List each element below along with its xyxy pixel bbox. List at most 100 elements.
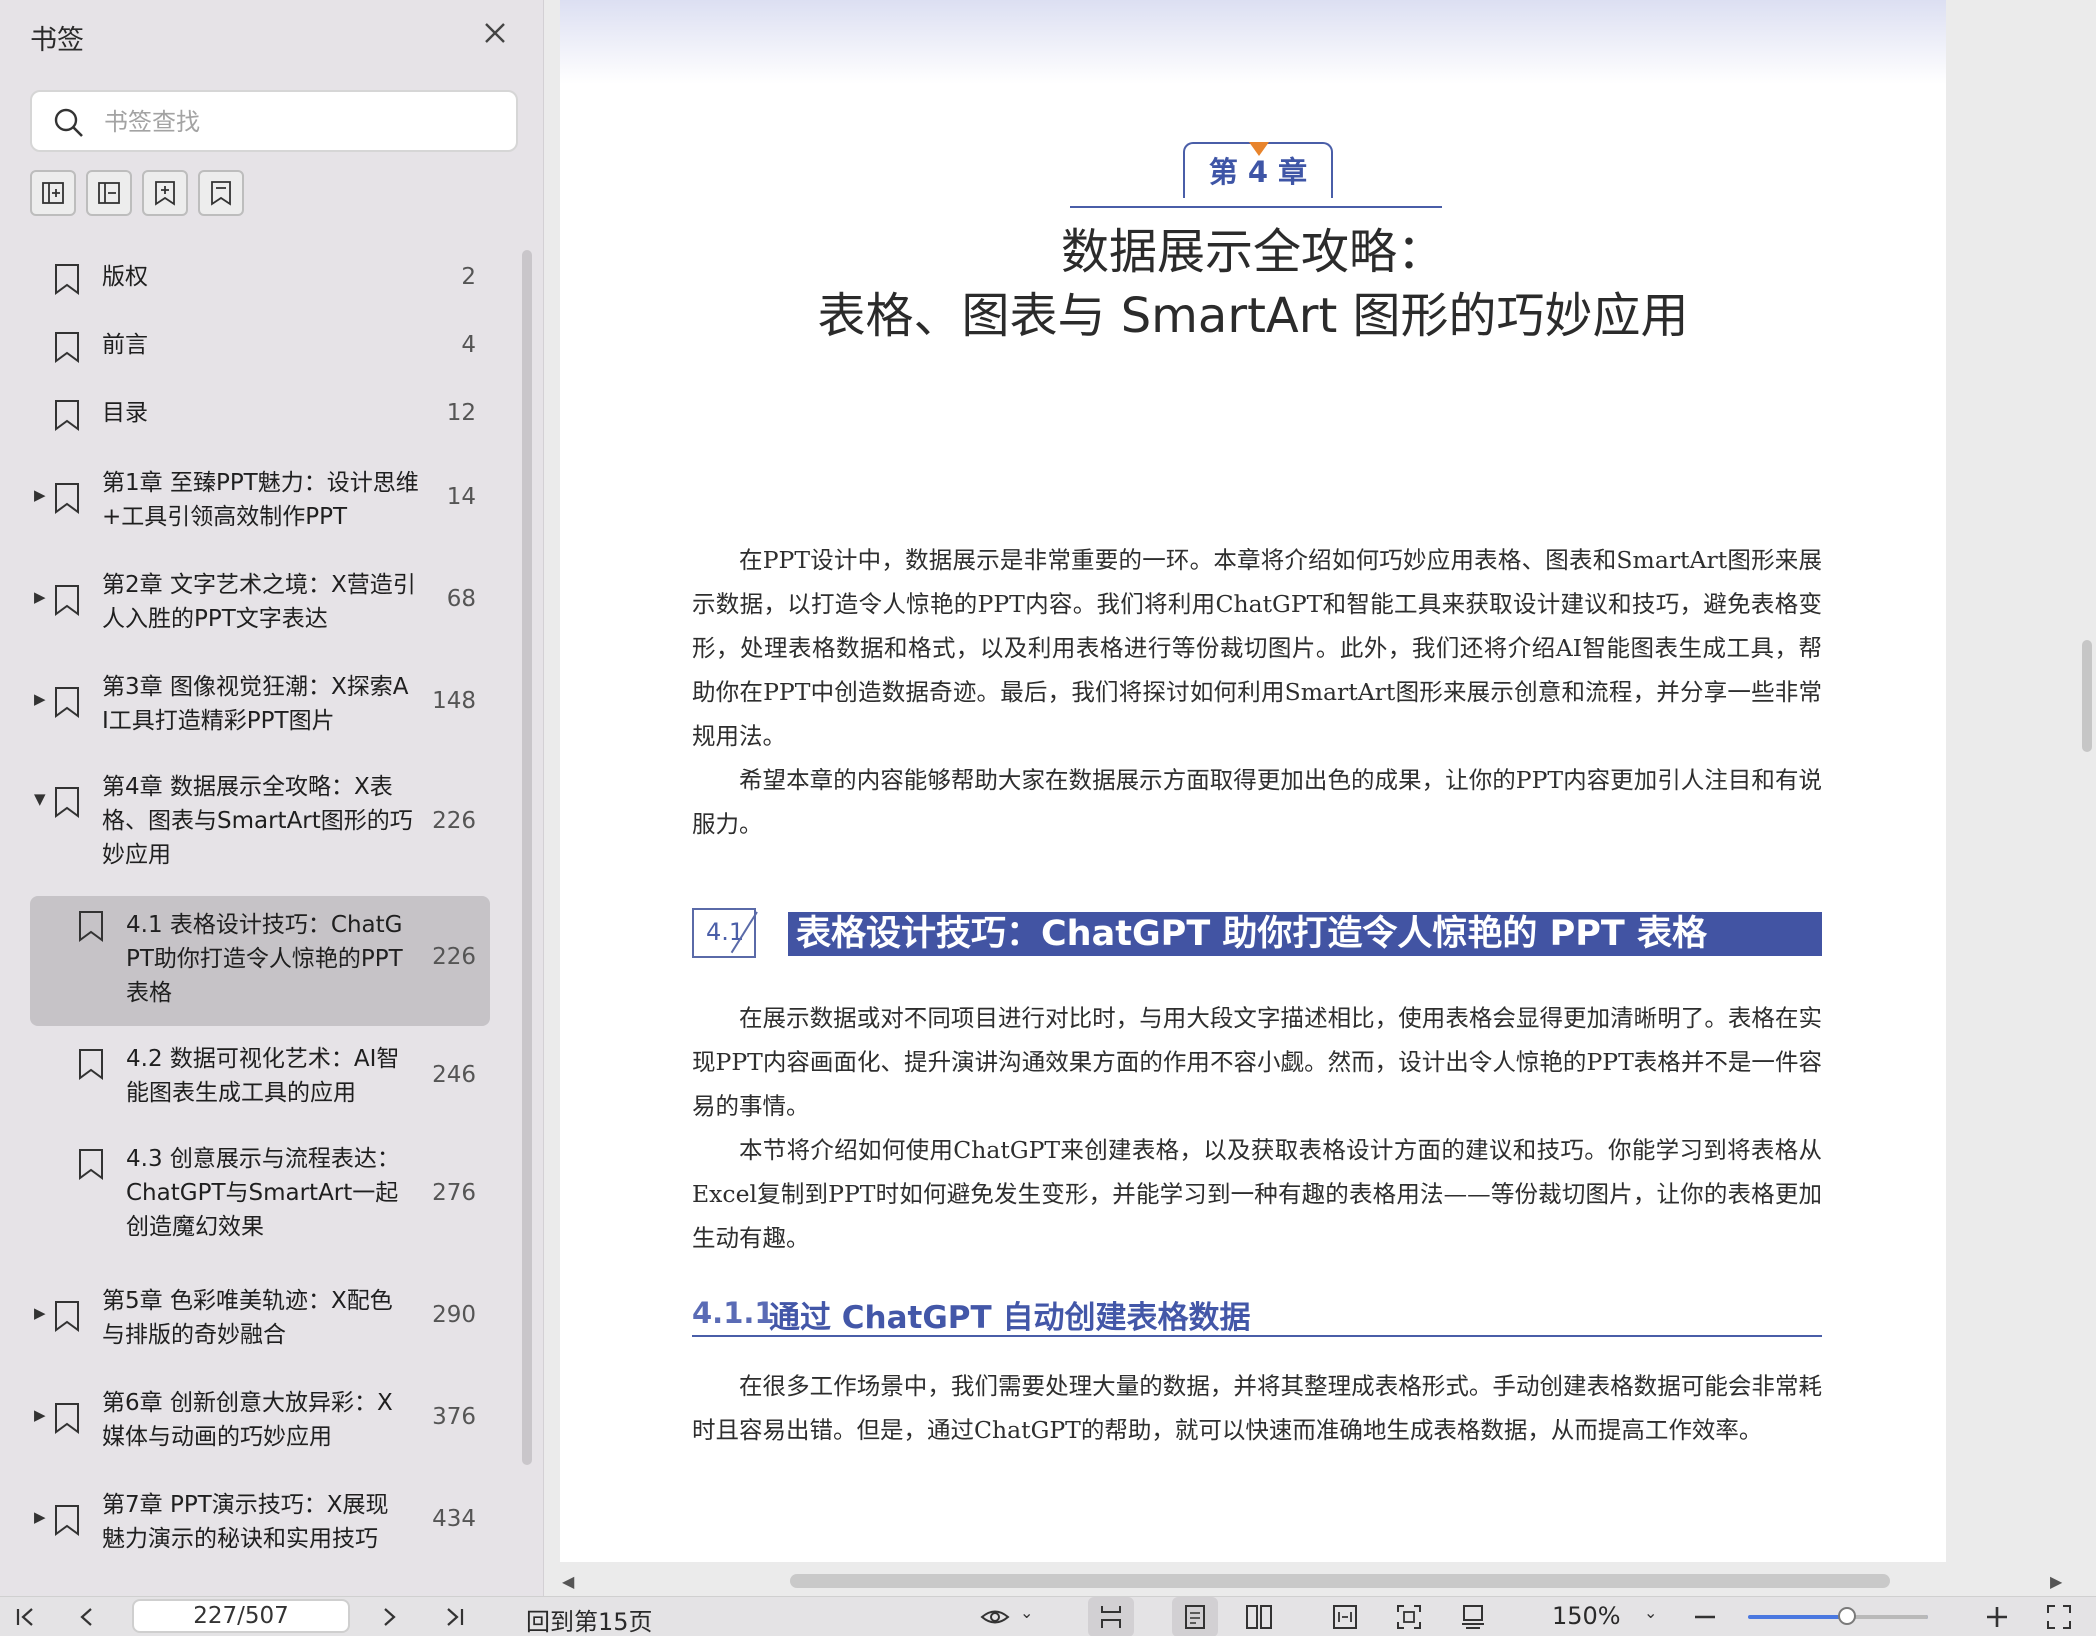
expand-triangle-icon[interactable]: ▶ [34,1304,46,1322]
scroll-right-icon[interactable]: ▶ [2050,1572,2062,1591]
bookmark-search-input[interactable] [104,102,504,142]
chapter-title-line2: 表格、图表与 SmartArt 图形的巧妙应用 [817,288,1689,344]
next-page-button[interactable] [374,1597,414,1636]
horizontal-scrollbar[interactable]: ◀ ▶ [544,1566,2096,1596]
bookmark-item[interactable]: ▶ 第5章 色彩唯美轨迹：X配色 与排版的奇妙融合 290 [30,1276,490,1360]
bookmark-item[interactable]: ▶ 第2章 文字艺术之境：X营造引 人入胜的PPT文字表达 68 [30,560,490,644]
bookmark-item-active[interactable]: 4.1 表格设计技巧：ChatG PT助你打造令人惊艳的PPT 表格 226 [30,896,490,1026]
collapse-all-button[interactable] [86,170,132,216]
bookmark-label: 第2章 文字艺术之境：X营造引 人入胜的PPT文字表达 [102,572,416,632]
bookmark-item[interactable]: ▶ 第1章 至臻PPT魅力：设计思维 +工具引领高效制作PPT 14 [30,458,490,542]
back-to-page-link[interactable]: 回到第15页 [526,1602,653,1636]
section-4-1-1-number: 4.1.1 [692,1296,775,1330]
page-header-band [560,0,1946,84]
single-page-button[interactable] [1172,1597,1218,1636]
single-page-scroll-button[interactable] [1088,1597,1134,1636]
expand-triangle-icon[interactable]: ▶ [34,588,46,606]
chapter-title-line1: 数据展示全攻略： [1060,224,1445,280]
chapter-number: 第 4 章 [1208,155,1308,189]
bookmark-item[interactable]: 目录 12 [30,382,490,448]
last-page-button[interactable] [440,1597,480,1636]
first-page-button[interactable] [10,1597,50,1636]
bookmark-label: 第6章 创新创意大放异彩：X 媒体与动画的巧妙应用 [102,1390,393,1450]
bookmark-flag-icon [79,1049,103,1080]
collapse-triangle-icon[interactable]: ▼ [34,790,46,808]
fit-page-button[interactable] [1394,1597,1434,1636]
document-page: 第 4 章 数据展示全攻略： 表格、图表与 SmartArt 图形的巧妙应用 在… [560,0,1946,1562]
fit-width-icon [1333,1605,1357,1629]
bookmark-label: 版权 [102,264,148,290]
bookmark-item[interactable]: 版权 2 [30,246,490,312]
bookmark-page: 4 [461,332,476,358]
sidebar-title: 书签 [30,25,84,56]
add-bookmark-icon [155,181,175,206]
bookmark-page: 290 [432,1302,476,1328]
bookmark-item[interactable]: 4.2 数据可视化艺术：AI智 能图表生成工具的应用 246 [30,1036,490,1120]
two-page-icon [1246,1605,1272,1629]
zoom-level[interactable]: 150% [1552,1602,1621,1630]
bookmark-label: 第7章 PPT演示技巧：X展现 魅力演示的秘诀和实用技巧 [102,1492,389,1552]
section-4-1-number-box: 4.1 [692,908,756,958]
vertical-scrollbar[interactable] [2082,640,2092,752]
rotate-view-button[interactable] [1458,1597,1498,1636]
sidebar-scrollbar[interactable] [522,250,532,1465]
bookmark-sidebar: 书签 版权 2 前言 4 目录 12 [0,0,544,1596]
bookmark-page: 12 [446,400,476,426]
fullscreen-button[interactable] [2044,1597,2084,1636]
expand-triangle-icon[interactable]: ▶ [34,690,46,708]
eye-icon [980,1610,1010,1624]
expand-triangle-icon[interactable]: ▶ [34,486,46,504]
bookmark-label: 第1章 至臻PPT魅力：设计思维 +工具引领高效制作PPT [102,470,419,530]
zoom-slider-knob[interactable] [1838,1607,1856,1625]
fullscreen-icon [2047,1605,2071,1629]
bookmark-label: 第3章 图像视觉狂潮：X探索A I工具打造精彩PPT图片 [102,674,409,734]
fit-page-icon [1397,1605,1421,1629]
page-number-input[interactable] [132,1599,350,1633]
bookmark-item[interactable]: ▶ 第7章 PPT演示技巧：X展现 魅力演示的秘诀和实用技巧 434 [30,1480,490,1564]
expand-triangle-icon[interactable]: ▶ [34,1508,46,1526]
scroll-left-icon[interactable]: ◀ [562,1572,574,1591]
bookmark-item[interactable]: 前言 4 [30,314,490,380]
bookmark-button[interactable] [198,170,244,216]
expand-triangle-icon[interactable]: ▶ [34,1406,46,1424]
two-page-button[interactable] [1244,1597,1284,1636]
bookmark-item[interactable]: 4.3 创意展示与流程表达： ChatGPT与SmartArt一起 创造魔幻效果… [30,1136,490,1254]
section-4-1-title: 表格设计技巧：ChatGPT 助你打造令人惊艳的 PPT 表格 [796,914,1707,954]
view-mode-dropdown[interactable]: ⌄ [978,1597,1040,1636]
close-icon[interactable] [476,14,514,52]
bookmark-page: 434 [432,1506,476,1532]
zoom-dropdown-icon[interactable]: ⌄ [1644,1603,1657,1622]
fit-width-button[interactable] [1330,1597,1370,1636]
bookmark-flag-icon [55,332,79,363]
bookmark-page: 148 [432,688,476,714]
horizontal-scroll-thumb[interactable] [790,1574,1890,1588]
bookmark-page: 14 [446,484,476,510]
section-4-1-1-title: 通过 ChatGPT 自动创建表格数据 [769,1300,1251,1336]
single-page-scroll-icon [1101,1606,1121,1628]
bookmark-item[interactable]: ▶ 第3章 图像视觉狂潮：X探索A I工具打造精彩PPT图片 148 [30,662,490,746]
previous-page-button[interactable] [72,1597,112,1636]
bookmark-label: 4.1 表格设计技巧：ChatG PT助你打造令人惊艳的PPT 表格 [126,912,403,1006]
zoom-out-button[interactable] [1690,1597,1724,1636]
minus-icon [1695,1615,1715,1619]
collapse-all-icon [98,182,120,204]
chapter-marker-icon [1249,142,1269,156]
expand-all-icon [42,182,64,204]
add-bookmark-button[interactable] [142,170,188,216]
zoom-slider-track-rest[interactable] [1847,1615,1928,1619]
zoom-in-button[interactable] [1982,1597,2016,1636]
bookmark-item[interactable]: ▶ 第6章 创新创意大放异彩：X 媒体与动画的巧妙应用 376 [30,1378,490,1462]
section-4-1-heading: 表格设计技巧：ChatGPT 助你打造令人惊艳的 PPT 表格 [788,912,1822,956]
search-icon [54,108,83,137]
bookmark-label: 前言 [102,332,148,358]
bookmark-search-box[interactable] [30,90,518,152]
bookmark-flag-icon [55,400,79,431]
bookmark-item[interactable]: ▼ 第4章 数据展示全攻略：X表 格、图表与SmartArt图形的巧 妙应用 2… [30,764,490,882]
section-4-1-1-paragraph-1: 在很多工作场景中，我们需要处理大量的数据，并将其整理成表格形式。手动创建表格数据… [692,1372,1822,1444]
bookmark-flag-icon [55,483,79,514]
first-page-icon [16,1608,33,1626]
last-page-icon [447,1608,464,1626]
expand-all-button[interactable] [30,170,76,216]
bookmark-flag-icon [55,1301,79,1332]
bookmark-label: 第4章 数据展示全攻略：X表 格、图表与SmartArt图形的巧 妙应用 [102,774,413,868]
